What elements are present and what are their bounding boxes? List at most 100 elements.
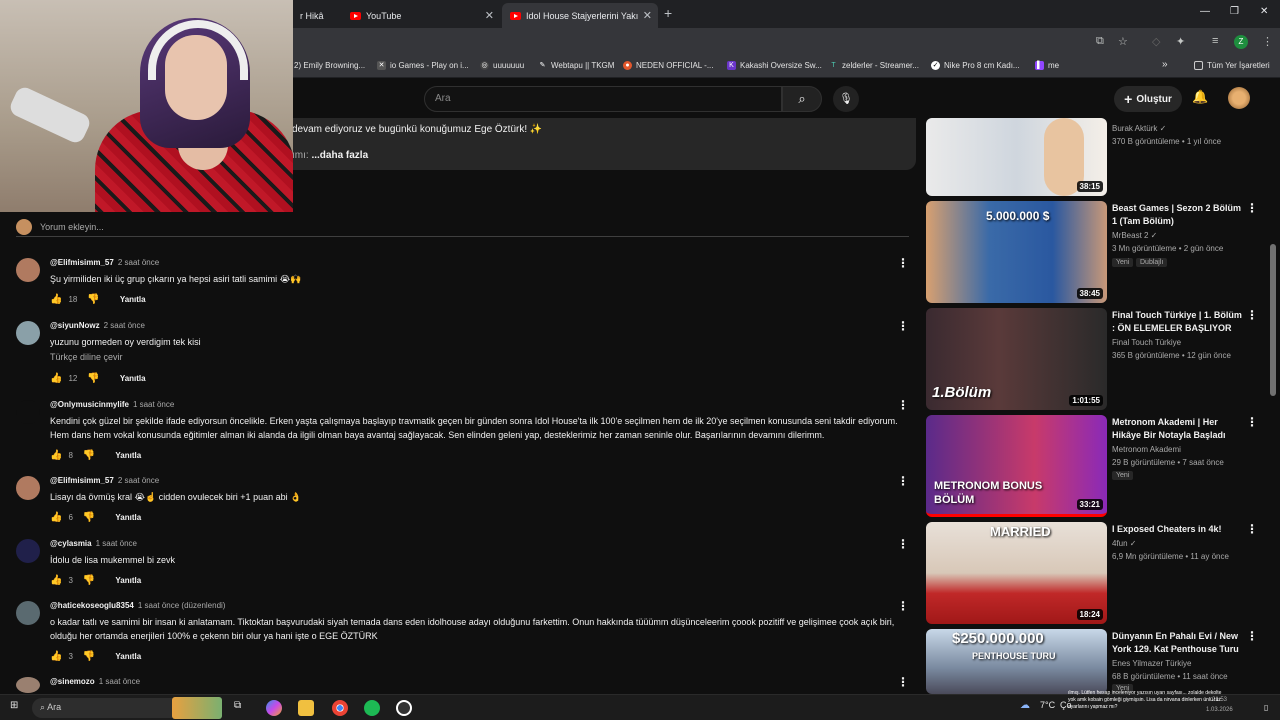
reply-button[interactable]: Yanıtla [115, 513, 141, 522]
commenter-avatar[interactable] [16, 539, 40, 563]
menu-icon[interactable]: ⋮ [1262, 35, 1273, 48]
scrollbar-thumb[interactable] [1270, 244, 1276, 396]
video-thumbnail[interactable]: 38:15 [926, 118, 1107, 196]
tab-youtube[interactable]: YouTube ✕ [342, 3, 500, 28]
dislike-icon[interactable]: 👎 [87, 294, 99, 305]
commenter-avatar[interactable] [16, 400, 40, 424]
all-bookmarks[interactable]: Tüm Yer İşaretleri [1194, 61, 1270, 70]
comment-time[interactable]: 2 saat önce [118, 476, 159, 485]
weather-icon[interactable]: ☁ [1020, 700, 1030, 711]
comment-author[interactable]: @cylasmia [50, 539, 92, 548]
recommended-video[interactable]: $250.000.000 PENTHOUSE TURU Dünyanın En … [926, 629, 1266, 694]
dislike-icon[interactable]: 👎 [83, 450, 95, 461]
video-thumbnail[interactable]: MARRIED 18:24 [926, 522, 1107, 624]
like-icon[interactable]: 👍 [50, 294, 62, 305]
comment-time[interactable]: 2 saat önce [118, 258, 159, 267]
like-icon[interactable]: 👍 [50, 450, 62, 461]
search-button[interactable]: ⌕ [782, 86, 822, 112]
bell-icon[interactable]: 🔔 [1192, 89, 1208, 105]
like-icon[interactable]: 👍 [50, 651, 62, 662]
obs-icon[interactable] [396, 700, 412, 716]
reply-button[interactable]: Yanıtla [115, 451, 141, 460]
video-thumbnail[interactable]: METRONOM BONUS BÖLÜM 33:21 [926, 415, 1107, 517]
channel-name[interactable]: Burak Aktürk ✓ [1112, 124, 1166, 133]
dislike-icon[interactable]: 👎 [83, 512, 95, 523]
recommended-video[interactable]: METRONOM BONUS BÖLÜM 33:21 Metronom Akad… [926, 415, 1266, 517]
comment-menu-icon[interactable]: ⋮ [897, 675, 909, 689]
video-thumbnail[interactable]: $250.000.000 PENTHOUSE TURU [926, 629, 1107, 694]
comment-time[interactable]: 1 saat önce (düzenlendi) [138, 601, 226, 610]
chrome-icon[interactable] [332, 700, 348, 716]
task-view-icon[interactable]: ⧉ [234, 700, 241, 711]
profile-avatar[interactable]: Z [1234, 35, 1248, 49]
minimize-icon[interactable]: — [1200, 6, 1210, 17]
video-menu-icon[interactable]: ⋮ [1246, 308, 1258, 322]
bookmark-item[interactable]: K Kakashi Oversize Sw... [727, 61, 822, 70]
video-title[interactable]: Final Touch Türkiye | 1. Bölüm : ÖN ELEM… [1112, 309, 1246, 335]
like-icon[interactable]: 👍 [50, 512, 62, 523]
video-title[interactable]: Beast Games | Sezon 2 Bölüm 1 (Tam Bölüm… [1112, 202, 1246, 228]
dislike-icon[interactable]: 👎 [83, 651, 95, 662]
channel-name[interactable]: 4fun ✓ [1112, 539, 1137, 548]
reply-button[interactable]: Yanıtla [115, 652, 141, 661]
restore-icon[interactable]: ❐ [1230, 6, 1239, 17]
video-thumbnail[interactable]: 1.Bölüm 1:01:55 [926, 308, 1107, 410]
comment-menu-icon[interactable]: ⋮ [897, 474, 909, 488]
avatar[interactable] [1228, 87, 1250, 109]
media-icon[interactable]: ≡ [1212, 35, 1218, 47]
comment-time[interactable]: 2 saat önce [104, 321, 145, 330]
recommended-video[interactable]: MARRIED 18:24 I Exposed Cheaters in 4k! … [926, 522, 1266, 624]
weather-temp[interactable]: 7°C [1040, 700, 1055, 710]
like-icon[interactable]: 👍 [50, 575, 62, 586]
comment-time[interactable]: 1 saat önce [96, 539, 137, 548]
comment-author[interactable]: @haticekoseoglu8354 [50, 601, 134, 610]
comment-menu-icon[interactable]: ⋮ [897, 599, 909, 613]
bookmark-item[interactable]: ◎ uuuuuuu [480, 61, 524, 70]
recommended-video[interactable]: 5.000.000 $ 38:45 Beast Games | Sezon 2 … [926, 201, 1266, 303]
file-explorer-icon[interactable] [298, 700, 314, 716]
bookmark-item[interactable]: ▌ me [1035, 61, 1059, 70]
comment-author[interactable]: @sinemozo [50, 677, 95, 686]
reply-button[interactable]: Yanıtla [115, 576, 141, 585]
comment-menu-icon[interactable]: ⋮ [897, 537, 909, 551]
channel-name[interactable]: MrBeast 2 ✓ [1112, 231, 1157, 240]
video-menu-icon[interactable]: ⋮ [1246, 415, 1258, 429]
copilot-icon[interactable] [266, 700, 282, 716]
channel-name[interactable]: Metronom Akademi [1112, 445, 1181, 454]
dislike-icon[interactable]: 👎 [83, 575, 95, 586]
commenter-avatar[interactable] [16, 258, 40, 282]
comment-menu-icon[interactable]: ⋮ [897, 256, 909, 270]
recommended-video[interactable]: 38:15 Burak Aktürk ✓ 370 B görüntüleme •… [926, 118, 1266, 196]
translate-link[interactable]: Türkçe diline çevir [50, 352, 123, 362]
install-icon[interactable]: ⧉ [1096, 35, 1104, 48]
reply-button[interactable]: Yanıtla [120, 295, 146, 304]
recommended-video[interactable]: 1.Bölüm 1:01:55 Final Touch Türkiye | 1.… [926, 308, 1266, 410]
like-icon[interactable]: 👍 [50, 373, 62, 384]
video-title[interactable]: I Exposed Cheaters in 4k! [1112, 523, 1246, 536]
comment-time[interactable]: 1 saat önce [99, 677, 140, 686]
close-tab-icon[interactable]: ✕ [643, 9, 652, 22]
dislike-icon[interactable]: 👎 [87, 373, 99, 384]
video-thumbnail[interactable]: 5.000.000 $ 38:45 [926, 201, 1107, 303]
bookmark-item[interactable]: ● NEDEN OFFICIAL -... [623, 61, 714, 70]
commenter-avatar[interactable] [16, 321, 40, 345]
comment-menu-icon[interactable]: ⋮ [897, 398, 909, 412]
voice-search-button[interactable]: 🎙 [833, 86, 859, 112]
show-more-link[interactable]: ımı: ...daha fazla [292, 150, 368, 161]
close-tab-icon[interactable]: ✕ [485, 9, 494, 22]
comment-author[interactable]: @siyunNowz [50, 321, 100, 330]
notification-icon[interactable]: ▯ [1264, 703, 1268, 712]
extension-disabled-icon[interactable]: ◇ [1152, 35, 1160, 48]
comment-time[interactable]: 1 saat önce [133, 400, 174, 409]
commenter-avatar[interactable] [16, 677, 40, 693]
commenter-avatar[interactable] [16, 476, 40, 500]
bookmarks-overflow[interactable]: » [1162, 59, 1168, 70]
reply-button[interactable]: Yanıtla [120, 374, 146, 383]
channel-name[interactable]: Final Touch Türkiye [1112, 338, 1181, 347]
video-title[interactable]: Dünyanın En Pahalı Evi / New York 129. K… [1112, 630, 1246, 656]
comment-author[interactable]: @Elifmisimm_57 [50, 258, 114, 267]
add-comment-field[interactable]: Yorum ekleyin... [16, 219, 909, 237]
bookmark-item[interactable]: ✎ Webtapu || TKGM [538, 61, 615, 70]
create-button[interactable]: + Oluştur [1114, 86, 1182, 112]
commenter-avatar[interactable] [16, 601, 40, 625]
